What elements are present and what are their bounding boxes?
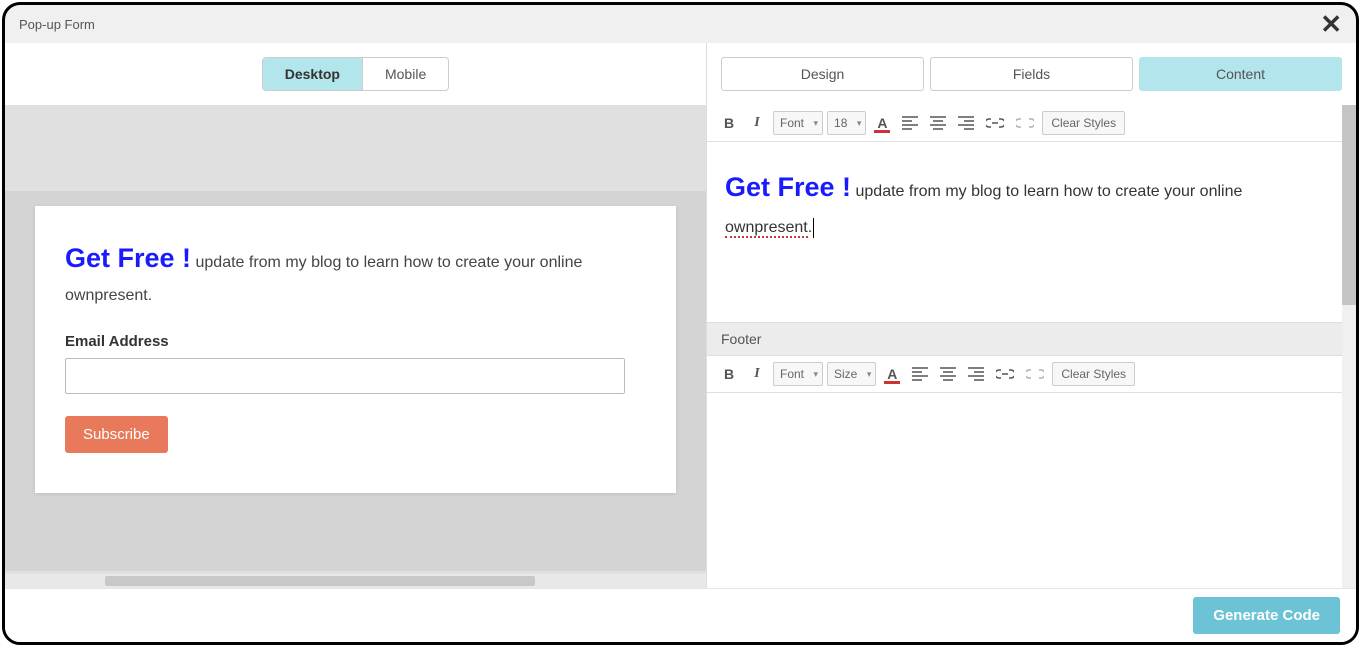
device-tabs-row: Desktop Mobile bbox=[5, 43, 706, 106]
header-editor[interactable]: Get Free ! update from my blog to learn … bbox=[707, 142, 1356, 322]
header-toolbar: B I Font 18 A Clear Styles bbox=[707, 105, 1356, 142]
unlink-icon[interactable] bbox=[1022, 362, 1048, 386]
italic-button[interactable]: I bbox=[745, 111, 769, 135]
close-icon[interactable]: ✕ bbox=[1320, 11, 1342, 37]
clear-styles-button[interactable]: Clear Styles bbox=[1052, 362, 1135, 386]
vertical-scrollbar[interactable] bbox=[1342, 105, 1356, 588]
modal-footer: Generate Code bbox=[5, 588, 1356, 642]
tab-design[interactable]: Design bbox=[721, 57, 924, 91]
link-icon[interactable] bbox=[992, 362, 1018, 386]
italic-button[interactable]: I bbox=[745, 362, 769, 386]
subscribe-button[interactable]: Subscribe bbox=[65, 416, 168, 453]
clear-styles-button[interactable]: Clear Styles bbox=[1042, 111, 1125, 135]
footer-toolbar: B I Font Size A Clear Styles bbox=[707, 356, 1356, 393]
right-scroll-area: B I Font 18 A Clear Styles Get Free ! up… bbox=[707, 105, 1356, 588]
tab-mobile[interactable]: Mobile bbox=[362, 58, 448, 90]
align-center-icon[interactable] bbox=[936, 362, 960, 386]
align-left-icon[interactable] bbox=[908, 362, 932, 386]
headline-emphasis: Get Free ! bbox=[65, 243, 191, 273]
font-dropdown[interactable]: Font bbox=[773, 111, 823, 135]
email-field[interactable] bbox=[65, 358, 625, 394]
scrollbar-thumb[interactable] bbox=[1342, 105, 1356, 305]
left-panel: Desktop Mobile Get Free ! update from my… bbox=[5, 43, 706, 588]
scrollbar-thumb[interactable] bbox=[105, 576, 535, 586]
align-center-icon[interactable] bbox=[926, 111, 950, 135]
footer-editor[interactable] bbox=[707, 393, 1356, 553]
popup-headline: Get Free ! update from my blog to learn … bbox=[65, 236, 646, 309]
generate-code-button[interactable]: Generate Code bbox=[1193, 597, 1340, 634]
window-title: Pop-up Form bbox=[19, 17, 95, 32]
align-right-icon[interactable] bbox=[954, 111, 978, 135]
modal-body: Desktop Mobile Get Free ! update from my… bbox=[5, 43, 1356, 588]
right-panel: Design Fields Content B I Font 18 A Clea… bbox=[706, 43, 1356, 588]
horizontal-scrollbar[interactable] bbox=[5, 574, 706, 588]
popup-form-modal: Pop-up Form ✕ Desktop Mobile Get Free ! … bbox=[2, 2, 1359, 645]
bold-button[interactable]: B bbox=[717, 111, 741, 135]
right-tabs: Design Fields Content bbox=[707, 43, 1356, 105]
tab-fields[interactable]: Fields bbox=[930, 57, 1133, 91]
size-dropdown[interactable]: 18 bbox=[827, 111, 866, 135]
editor-text-1: update from my blog to learn how to crea… bbox=[851, 183, 1242, 200]
device-segmented: Desktop Mobile bbox=[262, 57, 449, 91]
email-label: Email Address bbox=[65, 333, 646, 350]
editor-text-3: . bbox=[808, 219, 812, 236]
link-icon[interactable] bbox=[982, 111, 1008, 135]
popup-preview-card: Get Free ! update from my blog to learn … bbox=[35, 206, 676, 493]
align-left-icon[interactable] bbox=[898, 111, 922, 135]
titlebar: Pop-up Form ✕ bbox=[5, 5, 1356, 43]
text-cursor bbox=[813, 218, 814, 238]
text-color-button[interactable]: A bbox=[870, 111, 894, 135]
unlink-icon[interactable] bbox=[1012, 111, 1038, 135]
text-color-button[interactable]: A bbox=[880, 362, 904, 386]
editor-emphasis: Get Free ! bbox=[725, 172, 851, 202]
font-dropdown[interactable]: Font bbox=[773, 362, 823, 386]
editor-misspell: ownpresent bbox=[725, 219, 808, 238]
bold-button[interactable]: B bbox=[717, 362, 741, 386]
align-right-icon[interactable] bbox=[964, 362, 988, 386]
size-dropdown[interactable]: Size bbox=[827, 362, 876, 386]
tab-desktop[interactable]: Desktop bbox=[263, 58, 362, 90]
tab-content[interactable]: Content bbox=[1139, 57, 1342, 91]
preview-area: Get Free ! update from my blog to learn … bbox=[5, 106, 706, 574]
footer-section-header: Footer bbox=[707, 322, 1356, 356]
